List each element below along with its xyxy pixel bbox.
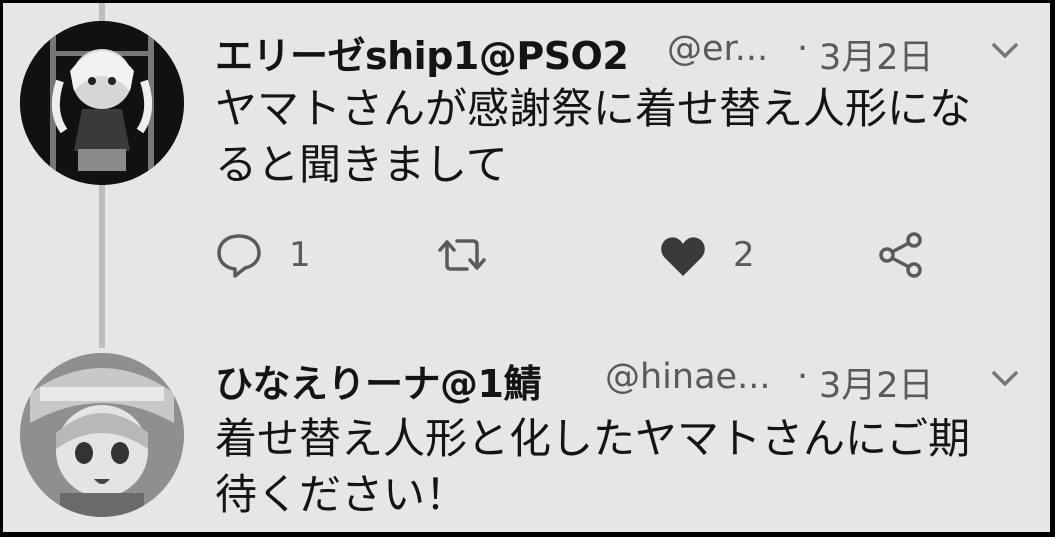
heart-icon [661,237,705,276]
speech-bubble-icon [217,234,261,278]
tweet-text: 着せ替え人形と化したヤマトさんにご期 待ください！ [215,411,1035,523]
tweet-text-line: ヤマトさんが感謝祭に着せ替え人形にな [215,84,972,133]
retweet-button[interactable] [437,225,513,285]
like-button[interactable]: 2 [659,225,755,285]
tweet-text: ヤマトさんが感謝祭に着せ替え人形にな ると聞きまして [215,81,1035,193]
timeline-frame: エリーゼship1@PSO2 @er... · 3月2日 ヤマトさんが感謝祭に着… [3,3,1050,532]
tweet-text-line: 待ください！ [215,470,468,519]
reply-button[interactable]: 1 [215,225,311,285]
avatar-image [20,353,184,517]
tweet-actions: 1 2 [215,225,1035,285]
tweet-header: エリーゼship1@PSO2 @er... · 3月2日 [215,25,1020,80]
tweet[interactable]: エリーゼship1@PSO2 @er... · 3月2日 ヤマトさんが感謝祭に着… [3,3,1050,343]
separator-dot: · [797,29,809,69]
retweet-arrows-icon [438,239,486,271]
display-name[interactable]: ひなえりーナ@1鯖 [215,353,541,408]
tweet-date[interactable]: 3月2日 [819,29,934,80]
reply-count: 1 [289,235,311,275]
tweet-text-line: ると聞きまして [215,140,508,189]
user-handle[interactable]: @er... [667,29,768,69]
avatar-image [20,21,184,185]
share-button[interactable] [877,225,925,285]
display-name[interactable]: エリーゼship1@PSO2 [215,25,629,80]
like-count: 2 [733,235,755,275]
avatar[interactable] [20,353,184,517]
chevron-down-icon[interactable] [990,39,1020,63]
tweet-text-line: 着せ替え人形と化したヤマトさんにご期 [215,414,971,463]
tweet-date[interactable]: 3月2日 [819,357,934,408]
chevron-down-icon[interactable] [990,367,1020,391]
separator-dot: · [797,357,809,397]
user-handle[interactable]: @hinae... [605,357,770,397]
share-icon [879,232,922,278]
tweet-header: ひなえりーナ@1鯖 @hinae... · 3月2日 [215,353,1020,408]
tweet[interactable]: ひなえりーナ@1鯖 @hinae... · 3月2日 着せ替え人形と化したヤマト… [3,343,1050,532]
avatar[interactable] [20,21,184,185]
